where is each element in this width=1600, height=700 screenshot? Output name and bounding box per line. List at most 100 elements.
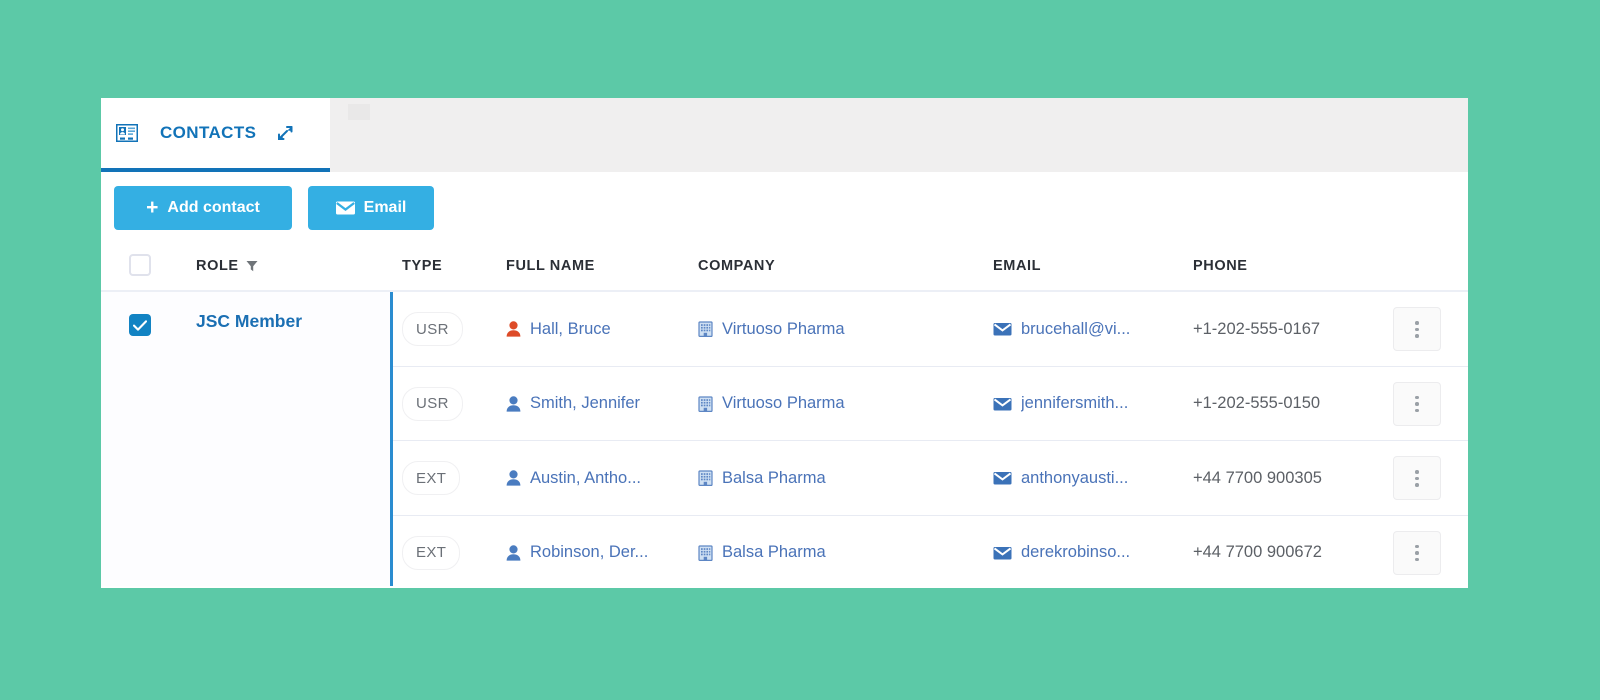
person-icon: [506, 321, 521, 337]
type-badge: EXT: [402, 535, 461, 570]
kebab-menu-icon[interactable]: [1393, 456, 1441, 501]
tab-strip-placeholder: [348, 104, 370, 120]
cell-type: EXT: [402, 516, 497, 589]
cell-phone: +1-202-555-0167: [1193, 292, 1363, 367]
cell-actions: [1393, 516, 1468, 589]
table-row[interactable]: EXT Austin, Antho... Balsa Pharma anthon…: [393, 441, 1468, 516]
cell-type: EXT: [402, 441, 497, 516]
column-header-phone-label: PHONE: [1193, 258, 1248, 274]
contact-name-link[interactable]: Hall, Bruce: [506, 320, 611, 339]
group-divider: [390, 292, 393, 586]
company-text: Balsa Pharma: [722, 543, 826, 562]
company-link[interactable]: Virtuoso Pharma: [698, 320, 845, 339]
cell-company: Balsa Pharma: [698, 516, 978, 589]
add-contact-label: Add contact: [167, 199, 260, 216]
row-select-checkbox[interactable]: [129, 314, 151, 336]
cell-actions: [1393, 441, 1468, 516]
type-badge: USR: [402, 312, 463, 347]
contacts-table: ROLE TYPE FULL NAME COMPANY EMAIL PHONE …: [98, 244, 1468, 586]
envelope-icon: [993, 546, 1012, 560]
email-text: jennifersmith...: [1021, 394, 1129, 413]
email-text: brucehall@vi...: [1021, 319, 1131, 338]
panel-left-edge: [98, 98, 101, 588]
column-header-email-label: EMAIL: [993, 258, 1042, 274]
company-text: Virtuoso Pharma: [722, 319, 845, 338]
email-link[interactable]: derekrobinso...: [993, 543, 1130, 562]
tab-contacts[interactable]: CONTACTS: [98, 98, 330, 172]
column-header-company[interactable]: COMPANY: [698, 258, 775, 274]
plus-icon: +: [146, 195, 159, 219]
phone-text: +44 7700 900305: [1193, 468, 1322, 487]
contact-name-text: Austin, Antho...: [530, 468, 641, 487]
cell-email: brucehall@vi...: [993, 292, 1179, 367]
column-header-type[interactable]: TYPE: [402, 258, 442, 274]
kebab-menu-icon[interactable]: [1393, 307, 1441, 352]
contact-card-icon: [115, 123, 139, 143]
select-all-checkbox[interactable]: [129, 254, 151, 276]
phone-text: +44 7700 900672: [1193, 543, 1322, 562]
table-header-row: ROLE TYPE FULL NAME COMPANY EMAIL PHONE: [98, 244, 1468, 292]
column-header-full-name-label: FULL NAME: [506, 258, 595, 274]
role-group-cell: JSC Member: [98, 292, 390, 586]
tab-strip: CONTACTS: [98, 98, 1468, 172]
cell-full-name: Austin, Antho...: [506, 441, 684, 516]
column-header-email[interactable]: EMAIL: [993, 258, 1041, 274]
cell-full-name: Robinson, Der...: [506, 516, 684, 589]
expand-arrows-icon[interactable]: [276, 124, 294, 142]
email-label: Email: [363, 199, 407, 216]
envelope-icon: [993, 397, 1012, 411]
email-link[interactable]: jennifersmith...: [993, 394, 1128, 413]
kebab-menu-icon[interactable]: [1393, 530, 1441, 575]
email-link[interactable]: brucehall@vi...: [993, 320, 1130, 339]
contacts-panel: CONTACTS + Add contact Email ROLE TYPE F…: [98, 98, 1468, 588]
column-header-full-name[interactable]: FULL NAME: [506, 258, 595, 274]
email-text: derekrobinso...: [1021, 543, 1131, 562]
email-button[interactable]: Email: [308, 186, 434, 230]
email-link[interactable]: anthonyausti...: [993, 469, 1128, 488]
cell-full-name: Smith, Jennifer: [506, 367, 684, 442]
column-header-company-label: COMPANY: [698, 258, 776, 274]
person-icon: [506, 470, 521, 486]
cell-phone: +44 7700 900672: [1193, 516, 1363, 589]
building-icon: [698, 321, 713, 338]
cell-email: anthonyausti...: [993, 441, 1179, 516]
add-contact-button[interactable]: + Add contact: [114, 186, 292, 230]
role-group-label[interactable]: JSC Member: [196, 311, 302, 332]
kebab-menu-icon[interactable]: [1393, 381, 1441, 426]
table-row[interactable]: EXT Robinson, Der... Balsa Pharma derekr…: [393, 516, 1468, 589]
toolbar: + Add contact Email Team: [98, 172, 1468, 300]
building-icon: [698, 396, 713, 412]
column-header-phone[interactable]: PHONE: [1193, 258, 1248, 274]
table-row[interactable]: USR Smith, Jennifer Virtuoso Pharma jenn…: [393, 367, 1468, 442]
cell-company: Virtuoso Pharma: [698, 292, 978, 367]
building-icon: [698, 545, 713, 561]
contact-name-text: Smith, Jennifer: [530, 394, 641, 413]
check-icon: [133, 319, 147, 331]
cell-email: derekrobinso...: [993, 516, 1179, 589]
table-row[interactable]: USR Hall, Bruce Virtuoso Pharma brucehal…: [393, 292, 1468, 367]
company-text: Virtuoso Pharma: [722, 394, 845, 413]
building-icon: [698, 470, 713, 487]
envelope-icon: [335, 201, 355, 215]
company-text: Balsa Pharma: [722, 468, 826, 487]
company-link[interactable]: Balsa Pharma: [698, 543, 826, 562]
contact-name-text: Robinson, Der...: [530, 543, 649, 562]
column-header-role[interactable]: ROLE: [196, 258, 258, 274]
cell-email: jennifersmith...: [993, 367, 1179, 442]
table-body: JSC Member USR Hall, Bruce Virtuoso Phar…: [98, 292, 1468, 586]
envelope-icon: [993, 322, 1012, 336]
contact-name-text: Hall, Bruce: [530, 319, 611, 338]
email-text: anthonyausti...: [1021, 468, 1129, 487]
contact-name-link[interactable]: Austin, Antho...: [506, 469, 641, 488]
cell-full-name: Hall, Bruce: [506, 292, 684, 367]
cell-phone: +44 7700 900305: [1193, 441, 1363, 516]
company-link[interactable]: Virtuoso Pharma: [698, 394, 845, 413]
cell-company: Balsa Pharma: [698, 441, 978, 516]
contact-name-link[interactable]: Robinson, Der...: [506, 543, 648, 562]
contact-name-link[interactable]: Smith, Jennifer: [506, 394, 640, 413]
person-icon: [506, 545, 521, 561]
company-link[interactable]: Balsa Pharma: [698, 469, 826, 488]
cell-company: Virtuoso Pharma: [698, 367, 978, 442]
envelope-icon: [993, 471, 1012, 485]
funnel-filter-icon[interactable]: [246, 260, 258, 272]
